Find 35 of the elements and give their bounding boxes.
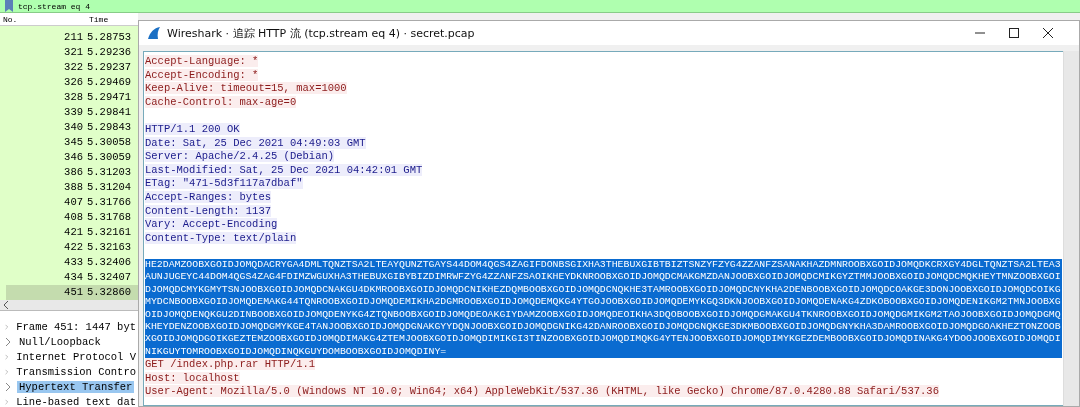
packet-row[interactable]: 407 5.31766 (6, 195, 138, 210)
packet-row[interactable]: 433 5.32406 (6, 255, 138, 270)
display-filter-field[interactable]: tcp.stream eq 4 (0, 0, 1080, 13)
packet-row[interactable]: 422 5.32163 (6, 240, 138, 255)
packet-row[interactable]: 345 5.30058 (6, 135, 138, 150)
bookmark-icon[interactable] (4, 0, 14, 12)
column-header[interactable]: No. (0, 13, 86, 25)
packet-row[interactable]: 322 5.29237 (6, 60, 138, 75)
packet-row[interactable]: 346 5.30059 (6, 150, 138, 165)
packet-row[interactable]: 321 5.29236 (6, 45, 138, 60)
packet-row[interactable]: 340 5.29843 (6, 120, 138, 135)
selected-text: HE2DAMZOOBXGOIDJOMQDACRYGA4DMLTQNZTSA2LTEAYQUNZTGAYS44DOM4QGS4ZAGIFDONBSGIXHA3THEBUXGIBTBIZTSNZYFZYG4ZZANFZSANAKHAZDMNROOBXGOIDJOMQDKCRXGY4DGLTQNZTSA2LTEA3AUNJUGEYC44DOM4QGS4ZAG4FDIMZWGUXHA3THEBUXGIBYBIZDIMRWFZYG4ZZANFZSAOIKHEYDKNROOBXGOIDJOMQDCMAKGMZDANJOOBXGOIDJOMQDCMIKGYZTMMJOOBXGOIDJOMQDCMQKHEYTMNZOOBXGOIDJOMQDCMYKGMYTSNJOOBXGOIDJOMQDCNAKGU4DKMROOBXGOIDJOMQDCNIKHEZDQMBOOBXGOIDJOMQDCNQKHE3TAMROOBXGOIDJOMQDCNYKHA2DENBOOBXGOIDJOMQDCOAKGE3DONJOOBXGOIDJOMQDCOIKGMYDCNBOOBXGOIDJOMQDEMAKG44TQNROOBXGOIDJOMQDEMIKHA2DGMROOBXGOIDJOMQDEMQKG4YTGOJOOBXGOIDJOMQDEMYKGQ3DKNJOOBXGOIDJOMQDENAKG4ZDKOBOOBXGOIDJOMQDENIKGM2TMNJOOBXGOIDJOMQDENQKGU2DINBOOBXGOIDJOMQDENYKG4ZTQNBOOBXGOIDJOMQDEOAKGIYDAMZOOBXGOIDJOMQDEOIKHA3DQOBOOBXGOIDJOMQDGMAKGU4TKNROOBXGOIDJOMQDGMIKGM2TAOJOOBXGOIDJOMQDGMQKHEYDENZOOBXGOIDJOMQDGMYKGE4TANJOOBXGOIDJOMQDGNAKGYYDQNJOOBXGOIDJOMQDGNIKG42DANROOBXGOIDJOMQDGNQKGE3DKMBOOBXGOIDJOMQDGNYKHA3DAMROOBXGOIDJOMQDGOAKHEZTONZOOBXGOIDJOMQDGOIKGEZTEMZOOBXGOIDJOMQDIMAKG4ZTEMJOOBXGOIDJOMQDIMIKGI3TINZOOBXGOIDJOMQDIMQKG4YTENJOOBXGOIDJOMQDIMYKGEZDEMBOOBXGOIDJOMQDINAKG4YDOOJOOBXGOIDJOMQDINIKGUYTOMROOBXGOIDJOMQDINQKGUYDOMBOOBXGOIDJOMQDINY= (145, 258, 1062, 359)
packet-row[interactable]: 451 5.32860 (6, 285, 138, 300)
horizontal-scrollbar[interactable] (0, 300, 138, 311)
packet-row[interactable]: 339 5.29841 (6, 105, 138, 120)
packet-row[interactable]: 386 5.31203 (6, 165, 138, 180)
tree-item[interactable]: Hypertext Transfer (17, 380, 135, 393)
packet-row[interactable]: 434 5.32407 (6, 270, 138, 285)
tree-item[interactable]: Frame 451: 1447 byt (14, 320, 138, 333)
tree-item[interactable]: Internet Protocol V (14, 350, 138, 363)
close-icon[interactable] (1043, 28, 1053, 38)
tree-item[interactable]: Line-based text dat (14, 395, 138, 407)
packet-row[interactable]: 388 5.31204 (6, 180, 138, 195)
packet-row[interactable]: 421 5.32161 (6, 225, 138, 240)
packet-row[interactable]: 211 5.28753 (6, 30, 138, 45)
packet-row[interactable]: 408 5.31768 (6, 210, 138, 225)
maximize-icon[interactable] (1009, 28, 1019, 38)
fin-icon (147, 26, 161, 40)
vertical-scrollbar[interactable] (1063, 51, 1079, 406)
packet-row[interactable]: 326 5.29469 (6, 75, 138, 90)
packet-row[interactable]: 328 5.29471 (6, 90, 138, 105)
tree-item[interactable]: Transmission Contro (14, 365, 138, 378)
window-title: Wireshark · 追踪 HTTP 流 (tcp.stream eq 4) · secret.pcap (167, 25, 475, 41)
column-header[interactable]: Time (86, 13, 112, 25)
tree-item[interactable]: Null/Loopback (17, 335, 103, 348)
